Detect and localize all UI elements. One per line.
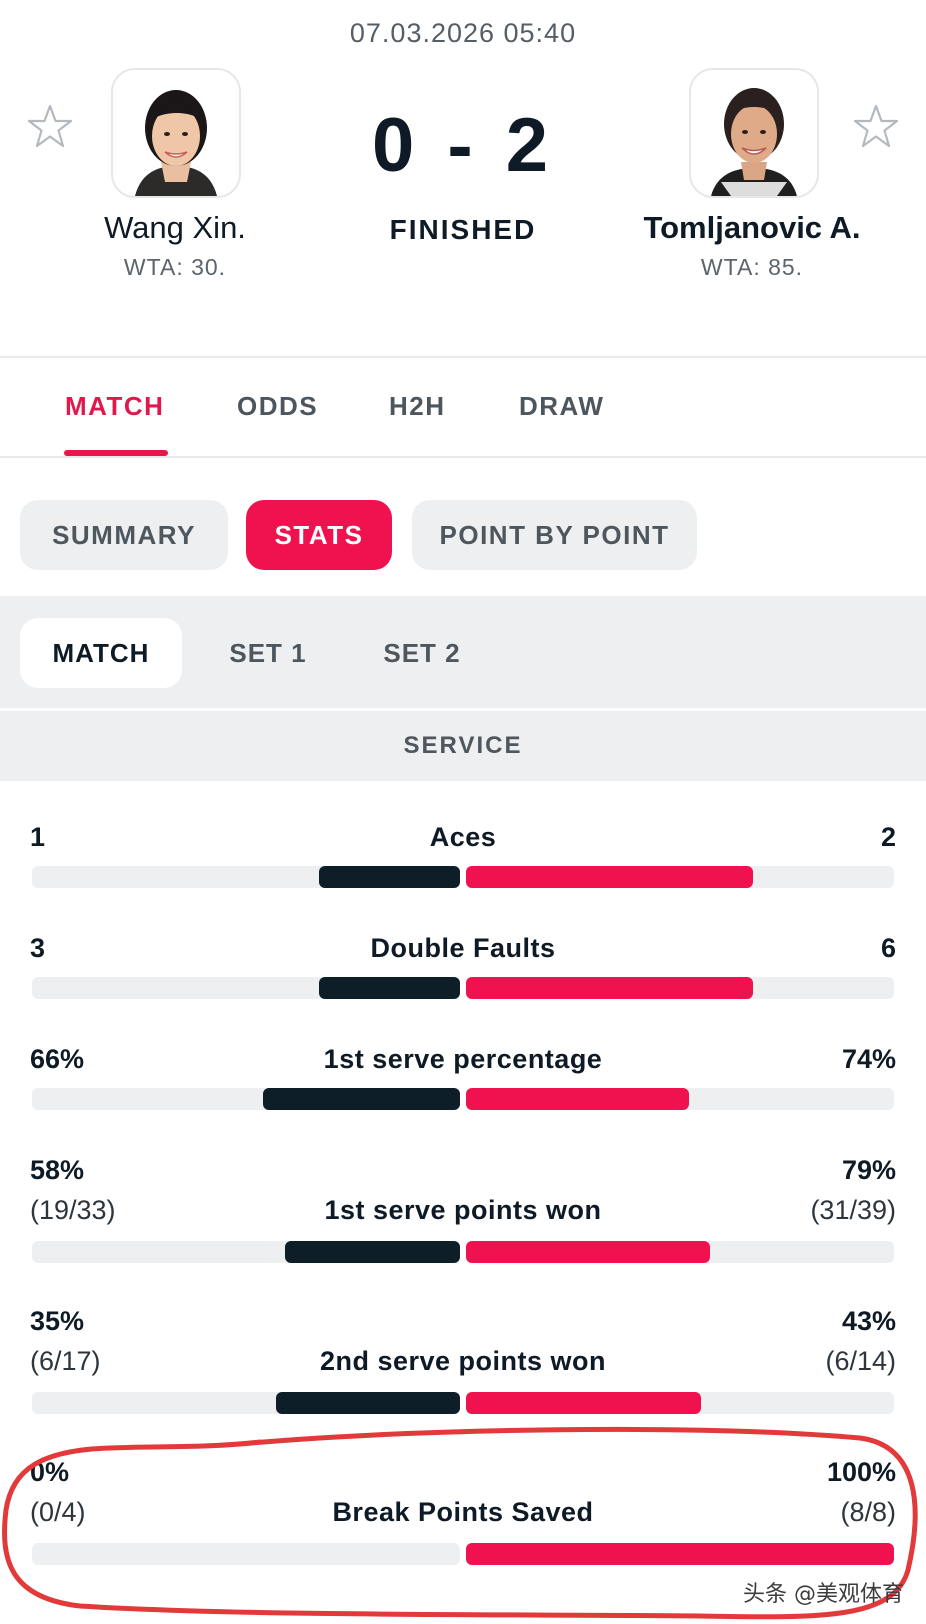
stat-bar-track-home: [32, 1088, 460, 1110]
watermark: 头条 @美观体育: [743, 1582, 904, 1607]
stat-detail-away: (6/14): [825, 1346, 896, 1376]
stat-bar-track-away: [466, 1088, 894, 1110]
stat-row-second-serve-points-won: 35% 43% (6/17) 2nd serve points won (6/1…: [0, 1306, 926, 1416]
stat-bar-track-away: [466, 1543, 894, 1565]
stat-bar-track-home: [32, 1543, 460, 1565]
match-score: 0 - 2: [371, 103, 555, 188]
player-name-away[interactable]: Tomljanovic A.: [602, 210, 902, 246]
stat-bar-track-away: [466, 1241, 894, 1263]
tab-draw[interactable]: DRAW: [519, 391, 604, 422]
stat-value-home: 58%: [30, 1155, 85, 1185]
period-set-2[interactable]: SET 2: [354, 618, 490, 688]
stat-bar-away: [466, 866, 753, 888]
player-name-home[interactable]: Wang Xin.: [25, 210, 325, 246]
stat-bar-track-away: [466, 1392, 894, 1414]
stat-value-away: 6: [880, 933, 896, 963]
stat-label: Break Points Saved: [332, 1497, 594, 1527]
stat-row-first-serve-points-won: 58% 79% (19/33) 1st serve points won (31…: [0, 1155, 926, 1265]
stat-bar-track-home: [32, 866, 460, 888]
tab-odds[interactable]: ODDS: [237, 391, 318, 422]
tab-h2h[interactable]: H2H: [389, 391, 446, 422]
stat-label: 2nd serve points won: [319, 1346, 607, 1376]
match-datetime: 07.03.2026 05:40: [349, 18, 577, 48]
player-avatar-away[interactable]: [689, 68, 819, 198]
stat-bar-track-home: [32, 1392, 460, 1414]
period-set-1[interactable]: SET 1: [200, 618, 336, 688]
player-rank-away: WTA: 85.: [700, 254, 804, 280]
stat-label: 1st serve percentage: [323, 1044, 603, 1074]
stat-label: Double Faults: [370, 933, 556, 963]
divider: [0, 356, 926, 358]
stat-label: Aces: [429, 822, 497, 852]
player-photo: [691, 70, 817, 196]
player-rank-home: WTA: 30.: [123, 254, 227, 280]
stat-bar-away: [466, 1543, 894, 1565]
section-title-service: SERVICE: [0, 708, 926, 781]
stat-bar-home: [318, 866, 460, 888]
star-outline-icon[interactable]: [848, 100, 904, 156]
stat-bar-home: [318, 977, 460, 999]
stat-row-first-serve-percentage: 66% 1st serve percentage 74%: [0, 1044, 926, 1114]
stat-value-home: 0%: [30, 1457, 70, 1487]
stat-row-double-faults: 3 Double Faults 6: [0, 933, 926, 1003]
player-photo: [113, 70, 239, 196]
match-status: FINISHED: [389, 214, 537, 245]
divider: [0, 456, 926, 458]
stat-value-away: 100%: [826, 1457, 896, 1487]
star-outline-icon[interactable]: [22, 100, 78, 156]
stat-row-aces: 1 Aces 2: [0, 822, 926, 892]
stat-bar-track-away: [466, 866, 894, 888]
stat-bar-away: [466, 1392, 702, 1414]
stat-value-away: 74%: [841, 1044, 896, 1074]
pill-stats[interactable]: STATS: [246, 500, 392, 570]
period-match[interactable]: MATCH: [20, 618, 182, 688]
stat-detail-away: (8/8): [840, 1497, 896, 1527]
stat-value-away: 43%: [841, 1306, 896, 1336]
stat-value-home: 35%: [30, 1306, 85, 1336]
stat-value-away: 79%: [841, 1155, 896, 1185]
stat-bar-track-home: [32, 1241, 460, 1263]
stat-bar-home: [284, 1241, 460, 1263]
pill-point-by-point[interactable]: POINT BY POINT: [412, 500, 697, 570]
pill-summary[interactable]: SUMMARY: [20, 500, 228, 570]
stat-row-break-points-saved: 0% 100% (0/4) Break Points Saved (8/8): [0, 1457, 926, 1567]
stat-detail-away: (31/39): [810, 1195, 896, 1225]
stat-bar-track-home: [32, 977, 460, 999]
stat-bar-home: [275, 1392, 460, 1414]
stat-bar-away: [466, 1088, 689, 1110]
stat-label: 1st serve points won: [324, 1195, 602, 1225]
stat-bar-home: [263, 1088, 460, 1110]
stat-bar-away: [466, 977, 753, 999]
stat-value-away: 2: [880, 822, 896, 852]
player-avatar-home[interactable]: [111, 68, 241, 198]
tab-match[interactable]: MATCH: [65, 391, 164, 422]
stat-bar-away: [466, 1241, 710, 1263]
stat-bar-track-away: [466, 977, 894, 999]
